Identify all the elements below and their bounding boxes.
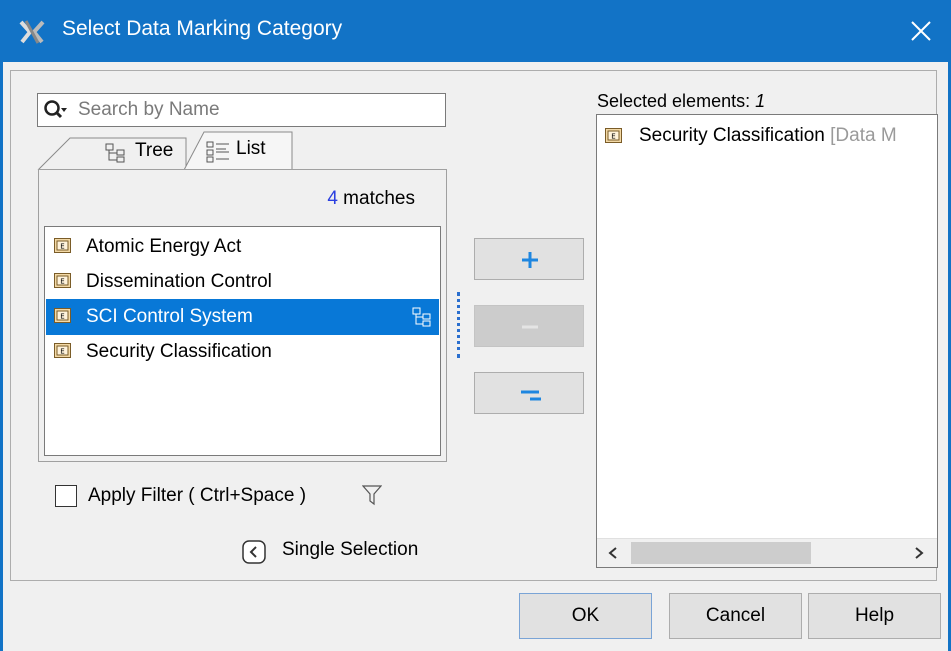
svg-text:E: E: [60, 348, 64, 356]
tab-list[interactable]: List: [206, 135, 296, 169]
help-button[interactable]: Help: [808, 593, 941, 639]
search-box[interactable]: [37, 93, 446, 127]
scrollbar-thumb[interactable]: [631, 542, 811, 564]
minus-icon: [522, 325, 538, 329]
plus-icon: [522, 252, 538, 268]
tab-tree[interactable]: Tree: [105, 137, 185, 169]
remove-all-button[interactable]: [474, 372, 584, 414]
splitter-handle[interactable]: [457, 292, 461, 358]
remove-button[interactable]: [474, 305, 584, 347]
remove-all-icon: [521, 390, 541, 401]
search-input[interactable]: [78, 97, 438, 123]
close-button[interactable]: [891, 0, 951, 62]
apply-filter-label[interactable]: Apply Filter ( Ctrl+Space ): [88, 485, 306, 507]
tab-tree-label: Tree: [135, 140, 174, 161]
list-item[interactable]: E Security Classification: [46, 334, 439, 370]
enumeration-icon: E: [54, 273, 71, 288]
tab-list-label: List: [236, 138, 266, 159]
match-count: 4 matches: [327, 188, 415, 209]
ok-button[interactable]: OK: [519, 593, 652, 639]
svg-text:E: E: [611, 133, 615, 141]
search-icon[interactable]: [43, 99, 67, 121]
scroll-right-icon[interactable]: [913, 546, 925, 560]
list-icon: [206, 141, 229, 163]
list-item-label: Dissemination Control: [86, 271, 272, 292]
svg-text:E: E: [60, 278, 64, 286]
selected-elements-list[interactable]: E Security Classification [Data M: [596, 114, 938, 568]
enumeration-icon: E: [54, 238, 71, 253]
tree-icon: [105, 143, 125, 163]
scroll-left-icon[interactable]: [607, 546, 619, 560]
results-list[interactable]: E Atomic Energy Act E Dissemination Cont…: [44, 226, 441, 456]
list-item-label: Security Classification: [86, 341, 272, 362]
list-item[interactable]: E Dissemination Control: [46, 264, 439, 300]
add-button[interactable]: [474, 238, 584, 280]
enumeration-icon: E: [605, 128, 622, 143]
enumeration-icon: E: [54, 308, 71, 323]
list-item[interactable]: E Atomic Energy Act: [46, 229, 439, 265]
horizontal-scrollbar[interactable]: [597, 538, 937, 567]
title-bar: Select Data Marking Category: [0, 0, 951, 62]
cancel-button[interactable]: Cancel: [669, 593, 802, 639]
collapse-left-icon[interactable]: [242, 540, 266, 564]
close-icon: [911, 21, 931, 41]
svg-text:E: E: [60, 243, 64, 251]
single-selection-toggle[interactable]: Single Selection: [282, 539, 418, 561]
filter-icon[interactable]: [362, 484, 382, 506]
show-in-tree-icon[interactable]: [412, 307, 432, 327]
apply-filter-checkbox[interactable]: [55, 485, 77, 507]
selected-item-label: Security Classification [Data M: [639, 125, 897, 146]
app-icon: [19, 20, 45, 44]
selected-elements-label: Selected elements: 1: [597, 91, 766, 111]
svg-text:E: E: [60, 313, 64, 321]
window-title: Select Data Marking Category: [62, 17, 343, 40]
list-item-label: Atomic Energy Act: [86, 236, 242, 257]
list-item-selected[interactable]: E SCI Control System: [46, 299, 439, 335]
enumeration-icon: E: [54, 343, 71, 358]
list-item-label: SCI Control System: [86, 306, 253, 327]
